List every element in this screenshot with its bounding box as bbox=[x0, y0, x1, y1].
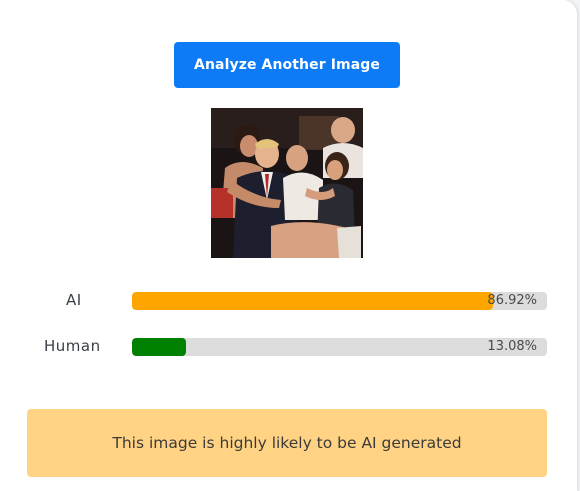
human-progress-fill bbox=[132, 338, 187, 356]
result-card: Analyze Another Image AI 86.92% Human 13… bbox=[0, 0, 577, 491]
ai-percentage: 86.92% bbox=[487, 293, 537, 308]
ai-progress-track: 86.92% bbox=[132, 292, 547, 310]
analyze-another-image-button[interactable]: Analyze Another Image bbox=[174, 42, 400, 88]
analyzed-image-illustration bbox=[211, 108, 363, 258]
verdict-text: This image is highly likely to be AI gen… bbox=[112, 434, 462, 452]
analyzed-image bbox=[211, 108, 363, 258]
ai-progress-fill bbox=[132, 292, 493, 310]
human-progress-track: 13.08% bbox=[132, 338, 547, 356]
human-percentage: 13.08% bbox=[487, 339, 537, 354]
verdict-banner: This image is highly likely to be AI gen… bbox=[27, 409, 547, 477]
